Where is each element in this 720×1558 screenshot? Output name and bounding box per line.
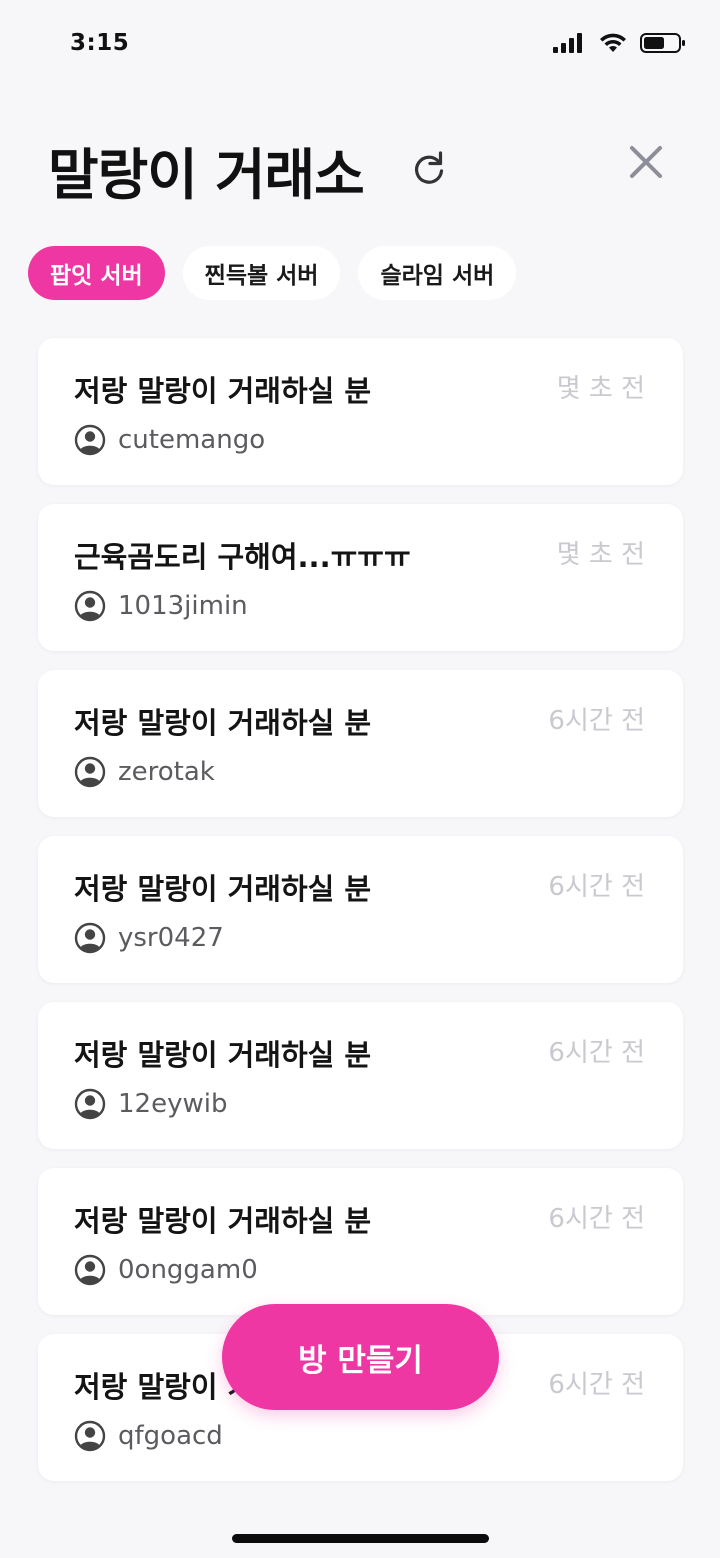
room-title: 저랑 말랑이 거래하실 분	[74, 706, 372, 740]
wifi-icon	[600, 33, 626, 52]
room-card[interactable]: 근육곰도리 구해여...ㅠㅠㅠ 몇 초 전 1013jimin	[38, 504, 683, 651]
room-username: ysr0427	[118, 923, 224, 953]
user-circle-icon	[74, 590, 106, 622]
user-circle-icon	[74, 1254, 106, 1286]
room-time: 몇 초 전	[556, 540, 645, 570]
room-time: 6시간 전	[548, 1204, 645, 1234]
room-user: 1013jimin	[74, 590, 248, 622]
room-user: cutemango	[74, 424, 265, 456]
room-user: zerotak	[74, 756, 215, 788]
room-card[interactable]: 저랑 말랑이 거래하실 분 6시간 전 0onggam0	[38, 1168, 683, 1315]
cellular-signal-icon	[553, 33, 582, 53]
room-username: 0onggam0	[118, 1255, 258, 1285]
server-tabs: 팝잇 서버 찐득볼 서버 슬라임 서버	[28, 246, 517, 300]
user-circle-icon	[74, 756, 106, 788]
room-title: 저랑 말랑이 거래하실 분	[74, 872, 372, 906]
room-title: 근육곰도리 구해여...ㅠㅠㅠ	[74, 540, 411, 574]
room-time: 6시간 전	[548, 872, 645, 902]
create-room-button[interactable]: 방 만들기	[222, 1304, 499, 1410]
room-time: 몇 초 전	[556, 374, 645, 404]
room-title: 저랑 말랑이 거래하실 분	[74, 374, 372, 408]
room-username: cutemango	[118, 425, 266, 455]
user-circle-icon	[74, 424, 106, 456]
room-user: 12eywib	[74, 1088, 227, 1120]
room-card[interactable]: 저랑 말랑이 거래하실 분 6시간 전 12eywib	[38, 1002, 683, 1149]
user-circle-icon	[74, 922, 106, 954]
room-time: 6시간 전	[548, 1370, 645, 1400]
room-card[interactable]: 저랑 말랑이 거래하실 분 6시간 전 ysr0427	[38, 836, 683, 983]
room-username: qfgoacd	[118, 1421, 223, 1451]
user-circle-icon	[74, 1088, 106, 1120]
battery-icon	[640, 33, 685, 53]
room-card[interactable]: 저랑 말랑이 거래하실 분 몇 초 전 cutemango	[38, 338, 683, 485]
room-user: ysr0427	[74, 922, 224, 954]
room-user: 0onggam0	[74, 1254, 258, 1286]
close-icon[interactable]	[628, 144, 664, 180]
tab-slime-server[interactable]: 슬라임 서버	[358, 246, 517, 300]
room-username: 1013jimin	[118, 591, 248, 621]
tab-popit-server[interactable]: 팝잇 서버	[28, 246, 165, 300]
room-title: 저랑 말랑이 거래하실 분	[74, 1038, 372, 1072]
room-username: 12eywib	[118, 1089, 228, 1119]
refresh-icon[interactable]	[410, 148, 448, 188]
room-username: zerotak	[118, 757, 215, 787]
status-time: 3:15	[70, 30, 130, 56]
user-circle-icon	[74, 1420, 106, 1452]
room-title: 저랑 말랑이 거래하실 분	[74, 1204, 372, 1238]
room-user: qfgoacd	[74, 1420, 223, 1452]
room-time: 6시간 전	[548, 1038, 645, 1068]
page-title: 말랑이 거래소	[48, 143, 365, 207]
screen: 3:15 말랑이 거래소 팝잇 서버 찐득볼 서버 슬라임 서버 저랑 말랑이 …	[0, 0, 720, 1558]
room-card[interactable]: 저랑 말랑이 거래하실 분 6시간 전 zerotak	[38, 670, 683, 817]
home-indicator[interactable]	[232, 1534, 489, 1543]
room-time: 6시간 전	[548, 706, 645, 736]
status-icons	[552, 32, 686, 54]
tab-jjindeukbol-server[interactable]: 찐득볼 서버	[182, 246, 341, 300]
